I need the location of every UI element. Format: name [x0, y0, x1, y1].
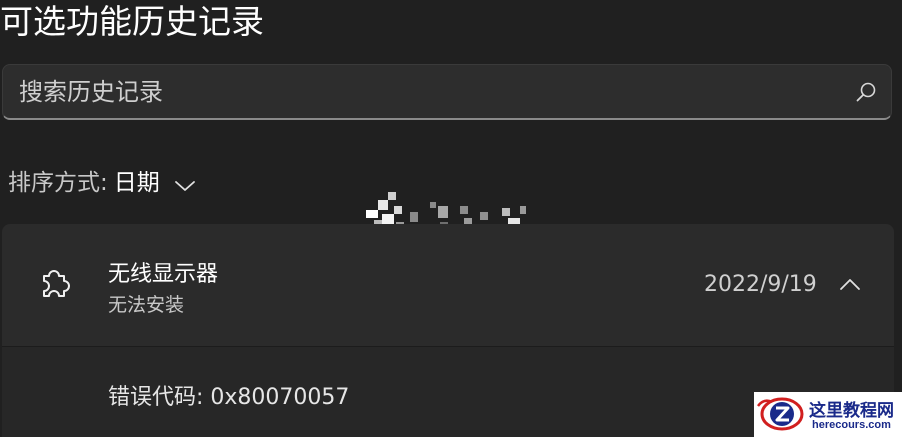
history-item-header[interactable]: 无线显示器 无法安装 2022/9/19 [2, 224, 894, 346]
sort-dropdown[interactable]: 排序方式: 日期 [8, 160, 196, 200]
sort-label: 排序方式: [8, 170, 108, 196]
feature-name: 无线显示器 [108, 262, 219, 287]
error-code: 错误代码: 0x80070057 [108, 385, 350, 410]
site-watermark-logo: 这里教程网 herecours.com [754, 392, 902, 437]
site-url: herecours.com [812, 419, 891, 431]
search-input[interactable] [19, 65, 839, 119]
site-name: 这里教程网 [809, 401, 894, 421]
search-icon[interactable] [855, 81, 877, 103]
collapse-button[interactable] [832, 270, 868, 300]
chevron-down-icon[interactable] [174, 173, 196, 191]
install-date: 2022/9/19 [704, 272, 817, 297]
puzzle-piece-icon [34, 264, 74, 304]
chevron-up-icon [832, 279, 868, 303]
sort-value[interactable]: 日期 [114, 163, 160, 197]
install-status: 无法安装 [108, 294, 185, 316]
search-box[interactable] [2, 64, 892, 120]
site-logo-icon [757, 397, 804, 431]
optional-features-history-page: 可选功能历史记录 排序方式: 日期 [0, 0, 902, 437]
page-title: 可选功能历史记录 [0, 2, 264, 41]
